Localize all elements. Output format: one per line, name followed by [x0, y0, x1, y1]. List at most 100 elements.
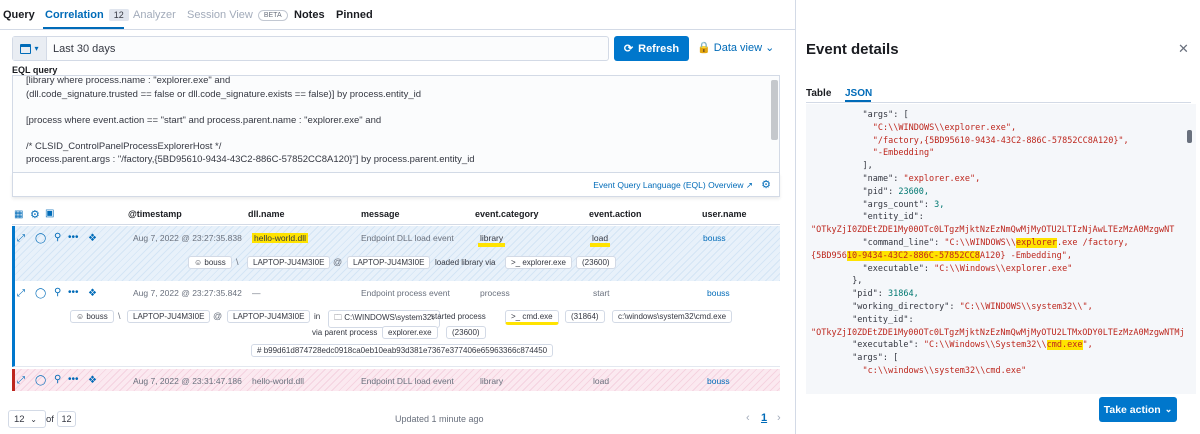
- next-page-icon[interactable]: ›: [777, 412, 781, 424]
- host-chip[interactable]: LAPTOP-JU4M3I0E: [227, 310, 311, 323]
- quick-select-button[interactable]: ▾: [13, 37, 47, 60]
- cell-event-action[interactable]: load: [593, 376, 609, 386]
- hash-chip[interactable]: # b99d61d874728edc0918ca0eb10eab93d381e7…: [251, 344, 554, 357]
- column-header-user-name[interactable]: user.name: [702, 209, 747, 219]
- json-line: "entity_id":: [852, 315, 913, 325]
- path-chip[interactable]: c:\windows\system32\cmd.exe: [612, 310, 733, 323]
- parent-pid-chip[interactable]: (23600): [446, 326, 486, 339]
- cell-user-name[interactable]: bouss: [707, 288, 730, 298]
- rows-per-page-select[interactable]: 12 ⌄: [8, 410, 46, 428]
- analyze-icon[interactable]: ❖: [88, 233, 97, 244]
- json-string: "C:\\WINDOWS\\system32\\",: [959, 302, 1093, 312]
- parent-process-chip[interactable]: explorer.exe: [382, 326, 438, 339]
- process-chip[interactable]: >_ explorer.exe: [505, 256, 572, 269]
- column-header-message[interactable]: message: [361, 209, 400, 219]
- json-line: "pid": 31864,: [852, 289, 919, 299]
- data-view-picker[interactable]: 🔒 Data view ⌄: [697, 41, 774, 54]
- more-icon[interactable]: •••: [68, 232, 79, 243]
- hash-icon: #: [257, 346, 262, 355]
- cell-dll-name[interactable]: hello-world.dll: [252, 376, 304, 386]
- date-picker[interactable]: ▾ Last 30 days: [12, 36, 609, 61]
- editor-line: (dll.code_signature.trusted == false or …: [26, 89, 421, 100]
- analyze-icon[interactable]: ❖: [88, 288, 97, 299]
- pin-icon[interactable]: ⚲: [54, 232, 61, 243]
- beta-badge: BETA: [257, 10, 288, 21]
- cell-event-action[interactable]: load: [590, 233, 611, 247]
- json-key: "entity_id":: [852, 314, 914, 325]
- pid-chip[interactable]: (23600): [576, 256, 616, 269]
- fullscreen-icon[interactable]: ▣: [45, 208, 54, 219]
- tab-table[interactable]: Table: [806, 88, 831, 99]
- column-header-event-category[interactable]: event.category: [475, 209, 539, 219]
- close-icon[interactable]: ✕: [1178, 41, 1189, 57]
- json-line: },: [852, 276, 862, 286]
- json-string: "C:\\WINDOWS\\: [944, 238, 1017, 248]
- user-chip[interactable]: ☺ bouss: [188, 256, 232, 269]
- process-chip[interactable]: >_ cmd.exe: [505, 310, 559, 325]
- tab-session-view[interactable]: Session View BETA: [187, 9, 288, 21]
- json-line: "args_count": 3,: [863, 200, 945, 210]
- host-chip[interactable]: LAPTOP-JU4M3I0E: [247, 256, 331, 269]
- pin-icon[interactable]: ⚲: [54, 287, 61, 298]
- tab-notes[interactable]: Notes: [294, 9, 325, 21]
- renderer-text: started process: [431, 312, 486, 321]
- previous-page-icon[interactable]: ‹: [746, 412, 750, 424]
- cell-message: Endpoint process event: [361, 288, 450, 298]
- json-viewer[interactable]: "args": ["C:\\WINDOWS\\explorer.exe", "/f…: [806, 104, 1196, 394]
- host-chip[interactable]: LAPTOP-JU4M3I0E: [127, 310, 211, 323]
- page-number-button[interactable]: 1: [761, 412, 767, 424]
- column-header-event-action[interactable]: event.action: [589, 209, 642, 219]
- editor-scrollbar[interactable]: [771, 80, 778, 140]
- tab-analyzer[interactable]: Analyzer: [133, 9, 176, 21]
- eql-overview-link[interactable]: Event Query Language (EQL) Overview ↗: [593, 180, 753, 191]
- cell-event-action[interactable]: start: [593, 288, 610, 298]
- json-string: .exe /factory,: [1057, 238, 1129, 248]
- host-chip[interactable]: LAPTOP-JU4M3I0E: [347, 256, 431, 269]
- process-chip-label: explorer.exe: [522, 258, 566, 267]
- expand-icon[interactable]: ⤢: [17, 375, 25, 386]
- eql-query-editor[interactable]: [library where process.name : "explorer.…: [12, 75, 780, 173]
- tab-correlation[interactable]: Correlation 12: [45, 9, 129, 21]
- tab-query[interactable]: Query: [3, 9, 35, 21]
- json-scrollbar[interactable]: [1187, 130, 1192, 143]
- fields-icon[interactable]: ▦: [14, 209, 23, 220]
- json-line: "pid": 23600,: [863, 187, 930, 197]
- refresh-button[interactable]: ⟳ Refresh: [614, 36, 689, 61]
- cell-event-category[interactable]: process: [480, 288, 510, 298]
- eql-settings-icon[interactable]: ⚙: [761, 178, 771, 191]
- expand-icon[interactable]: ⤢: [17, 288, 25, 299]
- refresh-icon: ⟳: [623, 43, 634, 55]
- cell-user-name[interactable]: bouss: [703, 233, 726, 243]
- cell-user-name[interactable]: bouss: [707, 376, 730, 386]
- column-header-timestamp[interactable]: @timestamp: [128, 209, 182, 219]
- expand-icon[interactable]: ⤢: [17, 233, 25, 244]
- column-header-dll-name[interactable]: dll.name: [248, 209, 285, 219]
- json-line: "working_directory": "C:\\WINDOWS\\syste…: [852, 302, 1093, 312]
- json-key: "args": [: [862, 110, 909, 120]
- pid-chip[interactable]: (31864): [565, 310, 605, 323]
- date-range-text[interactable]: Last 30 days: [53, 43, 115, 55]
- tab-json[interactable]: JSON: [845, 88, 872, 99]
- cell-event-category[interactable]: library: [478, 233, 506, 247]
- user-icon: ☺: [76, 312, 85, 321]
- comment-icon[interactable]: ◯: [35, 375, 46, 386]
- editor-line: [library where process.name : "explorer.…: [26, 75, 231, 86]
- more-icon[interactable]: •••: [68, 374, 79, 385]
- cell-dll-name[interactable]: hello-world.dll: [252, 233, 308, 243]
- comment-icon[interactable]: ◯: [35, 233, 46, 244]
- updated-status: Updated 1 minute ago: [395, 414, 484, 424]
- json-key: "entity_id":: [862, 212, 924, 223]
- gear-icon[interactable]: ⚙: [30, 208, 40, 221]
- more-icon[interactable]: •••: [68, 287, 79, 298]
- take-action-button[interactable]: Take action ⌄: [1099, 397, 1177, 422]
- pager-total: 12: [57, 411, 76, 427]
- user-chip[interactable]: ☺ bouss: [70, 310, 114, 323]
- json-line: ],: [863, 161, 873, 171]
- json-string: ",: [1082, 340, 1093, 351]
- cell-event-category[interactable]: library: [480, 376, 503, 386]
- comment-icon[interactable]: ◯: [35, 288, 46, 299]
- json-string: "OTkyZjI0ZDEtZDE1My00OTc0LTgzMjktNzEzNmQ…: [811, 327, 1185, 338]
- analyze-icon[interactable]: ❖: [88, 375, 97, 386]
- pin-icon[interactable]: ⚲: [54, 374, 61, 385]
- tab-pinned[interactable]: Pinned: [336, 9, 373, 21]
